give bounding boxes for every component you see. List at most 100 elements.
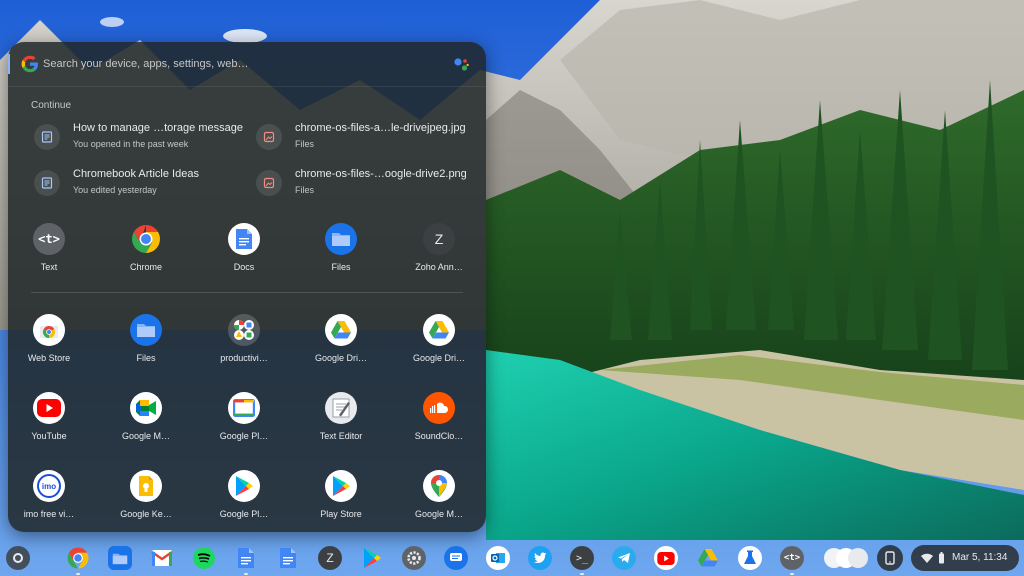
app-label: Google M…	[414, 509, 464, 519]
continue-item[interactable]: chrome-os-files-a…le-drivejpeg.jpg Files	[254, 120, 469, 156]
shelf-app-gmail[interactable]	[149, 545, 175, 571]
image-file-icon	[256, 124, 282, 150]
shelf-app-play-store[interactable]	[359, 545, 385, 571]
search-divider	[8, 86, 486, 87]
app-label: Google M…	[121, 431, 171, 441]
google-assistant-icon[interactable]	[452, 56, 470, 74]
suggested-app-docs[interactable]: Docs	[204, 223, 284, 287]
text-app-icon: <t>	[780, 546, 804, 570]
app-label: YouTube	[31, 431, 67, 441]
shelf-app-settings[interactable]	[401, 545, 427, 571]
shelf: Z >_ <t> Mar 5, 11:34	[0, 540, 1024, 576]
google-drive-icon	[698, 549, 718, 567]
google-meet-icon	[130, 392, 162, 424]
wifi-icon	[921, 553, 933, 563]
app-web-store[interactable]: Web Store	[9, 314, 89, 378]
shelf-app-docs[interactable]	[233, 545, 259, 575]
shelf-app-telegram[interactable]	[611, 545, 637, 571]
app-label: Text Editor	[319, 431, 363, 441]
continue-item[interactable]: chrome-os-files-…oogle-drive2.png Files	[254, 166, 469, 202]
app-google-meet[interactable]: Google M…	[106, 392, 186, 456]
app-label: productivi…	[220, 353, 268, 363]
app-play-store[interactable]: Play Store	[301, 470, 381, 532]
app-label: Zoho Ann…	[415, 262, 463, 272]
soundcloud-icon	[423, 392, 455, 424]
shelf-app-google-drive[interactable]	[695, 545, 721, 571]
app-imo[interactable]: imo imo free vi…	[9, 470, 89, 532]
shelf-app-twitter[interactable]	[527, 545, 553, 571]
app-label: Google Pl…	[219, 431, 269, 441]
search-input[interactable]	[43, 54, 443, 74]
app-youtube[interactable]: YouTube	[9, 392, 89, 456]
shelf-app-docs[interactable]	[275, 545, 301, 571]
apps-divider	[31, 292, 463, 293]
phone-icon	[885, 551, 895, 565]
app-google-play-books[interactable]: Google Pl…	[204, 392, 284, 456]
shelf-app-chrome[interactable]	[65, 545, 91, 575]
web-store-icon	[33, 314, 65, 346]
app-label: Google Pl…	[219, 509, 269, 519]
suggested-app-zoho[interactable]: Z Zoho Ann…	[399, 223, 479, 287]
suggested-app-chrome[interactable]: Chrome	[106, 223, 186, 287]
launcher-button[interactable]	[6, 546, 30, 570]
running-indicator	[76, 573, 80, 575]
shelf-app-outlook[interactable]	[485, 545, 511, 571]
spotify-icon	[193, 547, 215, 569]
document-icon	[34, 170, 60, 196]
continue-item[interactable]: Chromebook Article Ideas You edited yest…	[32, 166, 247, 202]
zoho-icon: Z	[318, 546, 342, 570]
status-area[interactable]: Mar 5, 11:34	[911, 545, 1019, 571]
launcher-circle-icon	[13, 553, 23, 563]
shelf-app-zoho[interactable]: Z	[317, 545, 343, 571]
app-label: Google Dri…	[314, 353, 368, 363]
continue-item[interactable]: How to manage …torage message You opened…	[32, 120, 247, 156]
app-google-drive[interactable]: Google Dri…	[301, 314, 381, 378]
shelf-app-labs[interactable]	[737, 545, 763, 571]
app-soundcloud[interactable]: SoundClo…	[399, 392, 479, 456]
app-google-maps[interactable]: Google M…	[399, 470, 479, 532]
zoho-letter: Z	[434, 231, 444, 247]
imo-icon: imo	[33, 470, 65, 502]
google-drive-icon	[325, 314, 357, 346]
chrome-icon	[67, 547, 89, 569]
docs-icon	[228, 223, 260, 255]
shelf-app-files[interactable]	[107, 545, 133, 571]
app-google-drive[interactable]: Google Dri…	[399, 314, 479, 378]
app-label: Web Store	[27, 353, 71, 363]
clock: Mar 5, 11:34	[952, 552, 1008, 563]
shelf-app-spotify[interactable]	[191, 545, 217, 571]
twitter-icon	[528, 546, 552, 570]
google-play-icon	[228, 470, 260, 502]
app-label: SoundClo…	[414, 431, 464, 441]
continue-item-subtitle: Files	[295, 185, 315, 195]
google-maps-icon	[423, 470, 455, 502]
suggested-app-files[interactable]: Files	[301, 223, 381, 287]
shelf-app-terminal[interactable]: >_	[569, 545, 595, 575]
terminal-icon: >_	[570, 546, 594, 570]
shelf-app-messages[interactable]	[443, 545, 469, 571]
app-label: Play Store	[320, 509, 362, 519]
holding-space-tray[interactable]	[822, 547, 870, 569]
shelf-app-text[interactable]: <t>	[779, 545, 805, 575]
outlook-icon	[486, 546, 510, 570]
app-text-editor[interactable]: Text Editor	[301, 392, 381, 456]
docs-icon	[280, 548, 296, 568]
app-folder-productivity[interactable]: productivi…	[204, 314, 284, 378]
app-google-play[interactable]: Google Pl…	[204, 470, 284, 532]
launcher-search-box[interactable]	[8, 42, 486, 86]
holding-space-thumbnails-icon	[824, 548, 868, 568]
app-google-keep[interactable]: Google Ke…	[106, 470, 186, 532]
app-label: Chrome	[129, 262, 162, 272]
app-label: Files	[136, 353, 156, 363]
telegram-icon	[612, 546, 636, 570]
continue-item-title: chrome-os-files-…oogle-drive2.png	[295, 168, 467, 180]
zoho-icon: Z	[423, 223, 455, 255]
continue-item-title: How to manage …torage message	[73, 122, 243, 134]
app-launcher: Continue How to manage …torage message Y…	[8, 42, 486, 532]
phone-hub-button[interactable]	[877, 545, 903, 571]
productivity-folder-icon	[228, 314, 260, 346]
app-files[interactable]: Files	[106, 314, 186, 378]
suggested-app-text[interactable]: <t> Text	[9, 223, 89, 287]
shelf-app-youtube[interactable]	[653, 545, 679, 571]
continue-item-subtitle: You opened in the past week	[73, 139, 189, 149]
